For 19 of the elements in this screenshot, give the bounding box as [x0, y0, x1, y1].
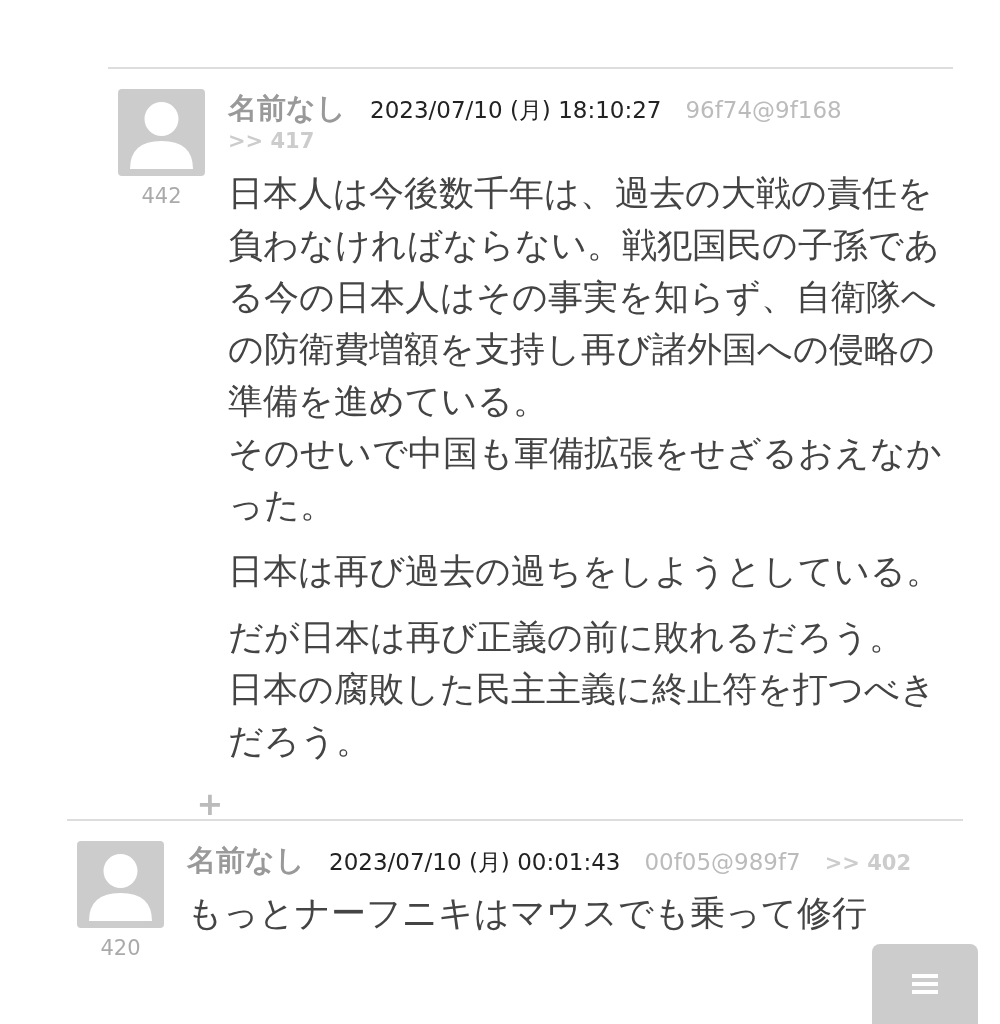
author-name: 名前なし — [187, 842, 305, 879]
comment-text: そのせいで中国も軍備拡張をせざるおえなかった。 — [228, 432, 943, 527]
comment-text: 日本の腐敗した民主主義に終止符を打つべきだろう。 — [228, 668, 937, 763]
menu-button[interactable] — [872, 944, 978, 1024]
avatar-icon — [118, 89, 205, 176]
comment-text: だが日本は再び正義の前に敗れるだろう。 — [228, 616, 905, 659]
comment-text: 日本は再び過去の過ちをしようとしている。 — [228, 550, 942, 593]
comment-number: 442 — [141, 184, 182, 208]
comment-text: 日本人は今後数千年は、過去の大戦の責任を負わなければならない。戦犯国民の子孫である今の日本人はその事実を知らず、自衛隊への防衛費増額を支持し再び諸外国への侵略の準備を進めている。 — [228, 172, 941, 423]
avatar-icon — [77, 841, 164, 928]
user-id: 96f74@9f168 — [685, 97, 842, 123]
comment-text: もっとナーフニキはマウスでも乗って修行 — [187, 892, 868, 935]
post-date: 2023/07/10 (月) 00:01:43 — [329, 848, 621, 877]
author-name: 名前なし — [228, 90, 346, 127]
comment-number: 420 — [100, 936, 141, 960]
expand-button[interactable]: + — [196, 789, 224, 819]
menu-icon — [912, 974, 938, 994]
post-date: 2023/07/10 (月) 18:10:27 — [370, 96, 662, 125]
user-id: 00f05@989f7 — [644, 849, 801, 875]
